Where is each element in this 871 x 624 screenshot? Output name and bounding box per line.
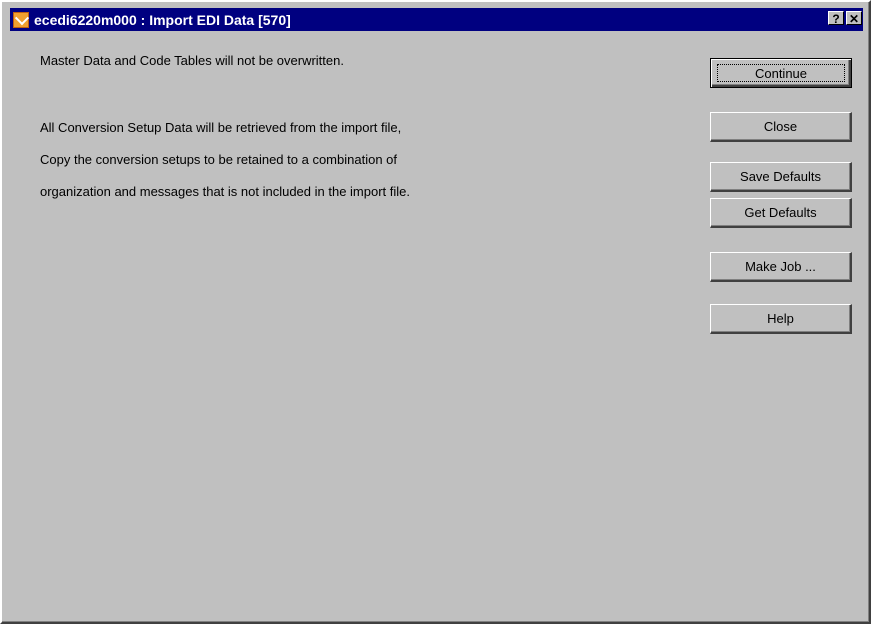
window-title: ecedi6220m000 : Import EDI Data [570] [34, 11, 291, 28]
save-defaults-button[interactable]: Save Defaults [710, 162, 852, 192]
make-job-button[interactable]: Make Job ... [710, 252, 852, 282]
dialog-content: Master Data and Code Tables will not be … [10, 31, 863, 618]
message-line-master-data: Master Data and Code Tables will not be … [40, 53, 344, 68]
help-question-icon[interactable]: ? [828, 11, 844, 26]
get-defaults-button[interactable]: Get Defaults [710, 198, 852, 228]
close-icon[interactable]: ✕ [846, 11, 862, 26]
message-line-organization: organization and messages that is not in… [40, 184, 410, 199]
message-line-conversion-setup: All Conversion Setup Data will be retrie… [40, 120, 402, 135]
titlebar[interactable]: ecedi6220m000 : Import EDI Data [570] ? … [10, 8, 863, 31]
titlebar-buttons: ? ✕ [826, 11, 862, 26]
app-icon[interactable] [13, 11, 29, 28]
message-line-copy-setups: Copy the conversion setups to be retaine… [40, 152, 397, 167]
close-button[interactable]: Close [710, 112, 852, 142]
continue-button[interactable]: Continue [710, 58, 852, 88]
help-button[interactable]: Help [710, 304, 852, 334]
import-edi-data-window: ecedi6220m000 : Import EDI Data [570] ? … [0, 0, 871, 624]
continue-button-label: Continue [717, 64, 845, 82]
